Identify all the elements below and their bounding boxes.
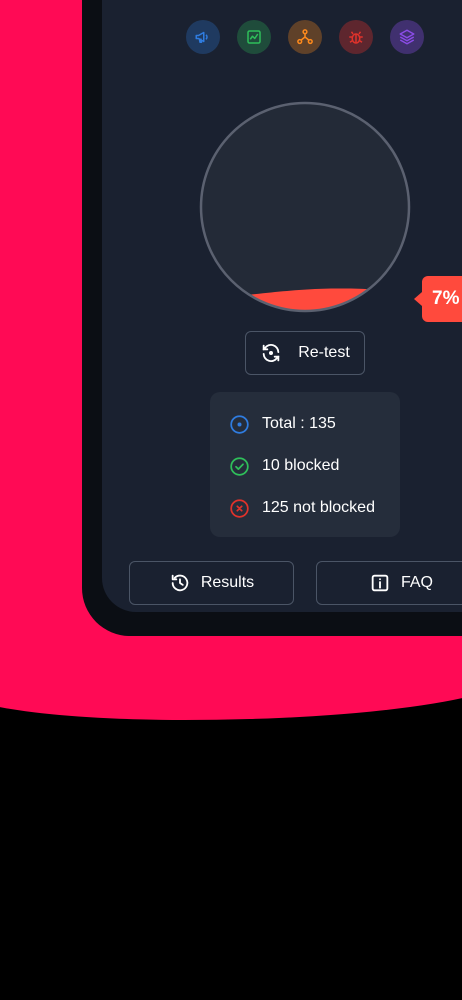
stat-blocked-label: 10 blocked bbox=[262, 457, 340, 474]
gauge-wave-front bbox=[201, 288, 409, 311]
badge-pointer bbox=[414, 292, 422, 306]
app-promo-stage: 7% Re-test Total : 135 10 blocked 125 no… bbox=[0, 0, 462, 1000]
category-icon-row bbox=[186, 20, 424, 54]
results-button[interactable]: Results bbox=[129, 561, 294, 605]
refresh-icon bbox=[262, 344, 280, 362]
stats-card: Total : 135 10 blocked 125 not blocked bbox=[210, 392, 400, 537]
faq-button[interactable]: FAQ bbox=[316, 561, 462, 605]
check-circle-icon bbox=[230, 456, 249, 476]
percent-badge: 7% bbox=[414, 276, 462, 322]
chart-icon[interactable] bbox=[237, 20, 271, 54]
info-icon bbox=[371, 574, 389, 592]
stat-blocked: 10 blocked bbox=[229, 445, 400, 487]
faq-label: FAQ bbox=[400, 574, 433, 591]
x-circle-icon bbox=[230, 498, 249, 518]
total-icon bbox=[230, 414, 249, 434]
stat-total-label: Total : 135 bbox=[262, 415, 336, 432]
megaphone-icon[interactable] bbox=[186, 20, 220, 54]
retest-button[interactable]: Re-test bbox=[245, 331, 365, 375]
stat-not-blocked-label: 125 not blocked bbox=[262, 499, 375, 516]
stat-not-blocked: 125 not blocked bbox=[229, 487, 400, 529]
history-icon bbox=[171, 574, 189, 592]
layers-icon[interactable] bbox=[390, 20, 424, 54]
block-rate-gauge bbox=[199, 101, 411, 313]
percent-label: 7% bbox=[422, 276, 462, 322]
results-label: Results bbox=[200, 574, 255, 591]
bug-icon[interactable] bbox=[339, 20, 373, 54]
network-icon[interactable] bbox=[288, 20, 322, 54]
stat-total: Total : 135 bbox=[229, 403, 400, 445]
retest-label: Re-test bbox=[298, 344, 350, 361]
